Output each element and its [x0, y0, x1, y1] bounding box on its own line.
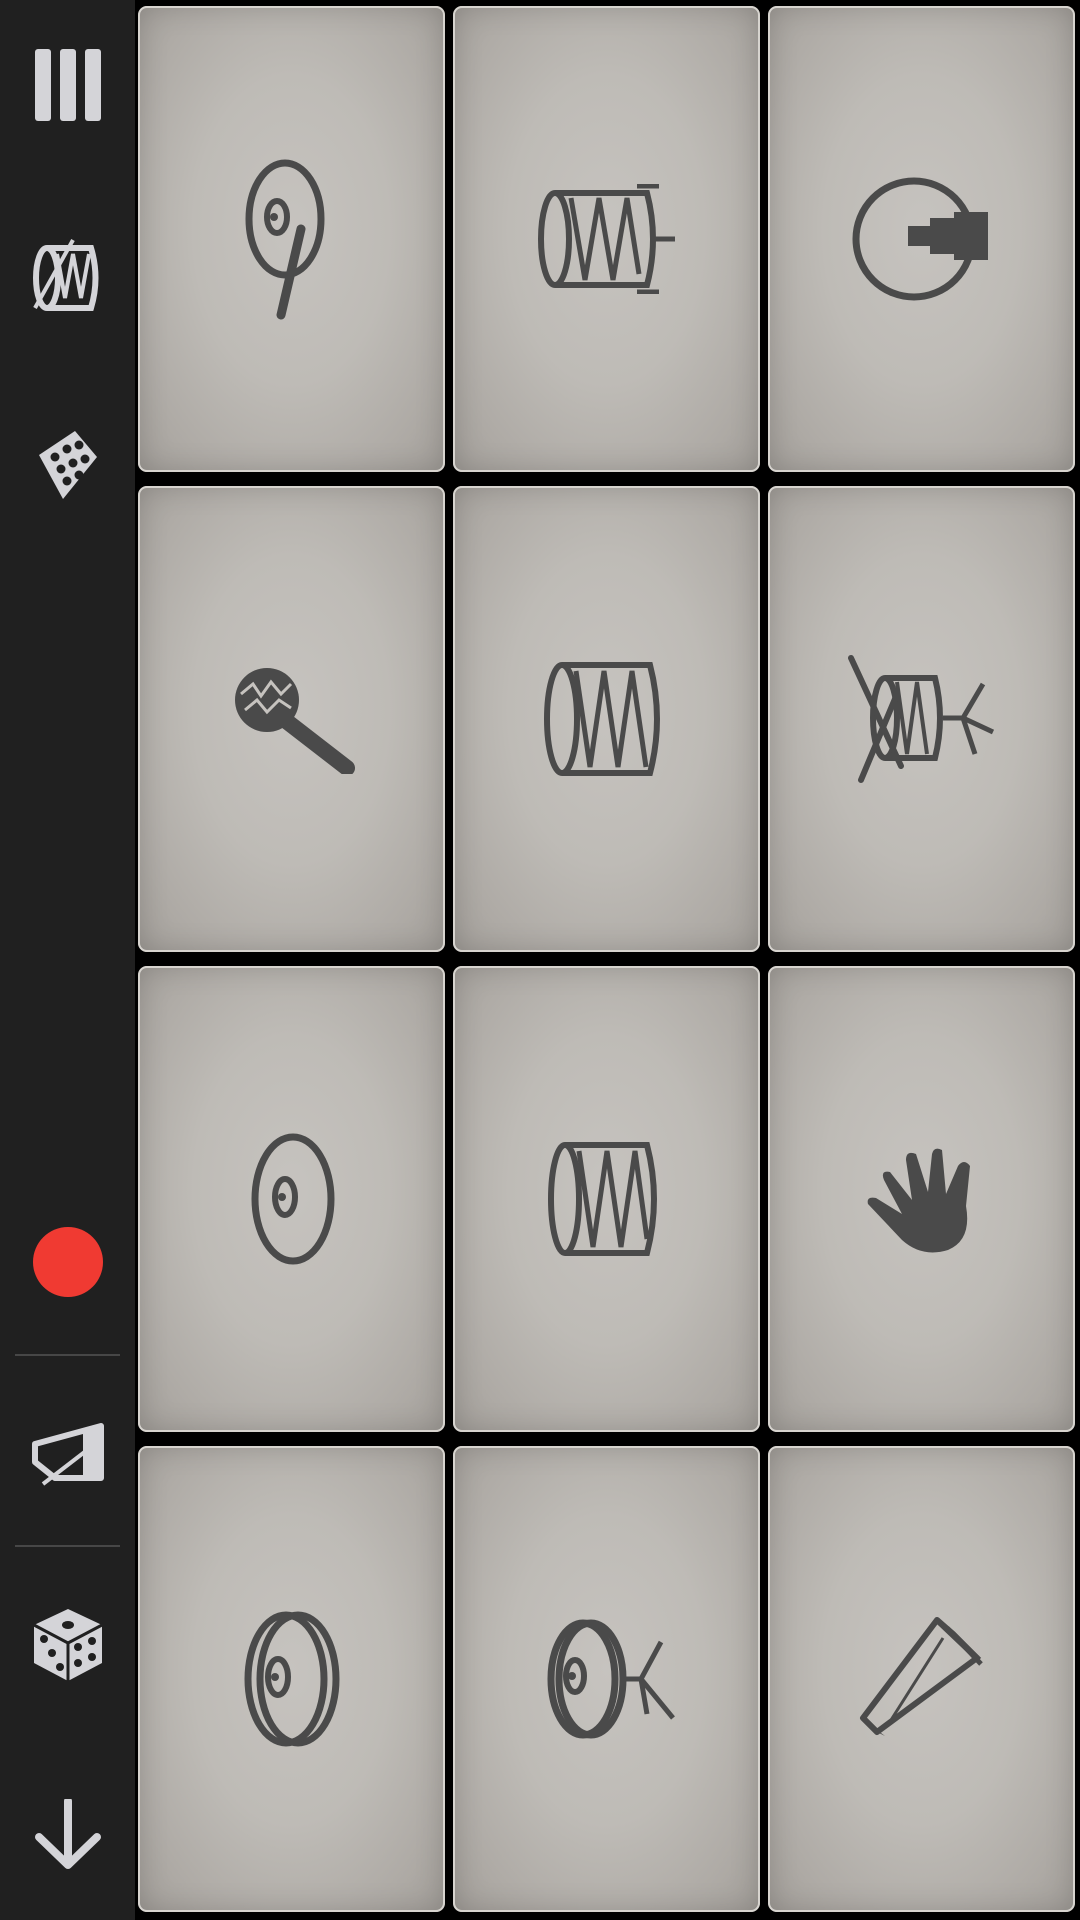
- ride-cymbal-icon: [244, 1611, 339, 1747]
- drum-pad-2[interactable]: [453, 6, 760, 472]
- tom-drum-icon: [543, 662, 660, 776]
- metronome-button[interactable]: [0, 1408, 135, 1498]
- drum-pad-11[interactable]: [453, 1446, 760, 1912]
- drum-pad-8[interactable]: [453, 966, 760, 1432]
- sidebar: [0, 0, 135, 1920]
- drum-pad-12[interactable]: [768, 1446, 1075, 1912]
- snare-drum-icon: [537, 184, 675, 294]
- drum-pad-4[interactable]: [138, 486, 445, 952]
- drum-pad-1[interactable]: [138, 6, 445, 472]
- drum-pad-grid: [135, 0, 1080, 1920]
- randomize-button[interactable]: [0, 1600, 135, 1690]
- record-button[interactable]: [0, 1217, 135, 1307]
- cowbell-icon: [859, 1617, 983, 1736]
- drum-kit-button[interactable]: [0, 230, 135, 320]
- bass-drum-icon: [852, 177, 988, 301]
- snare-stand-icon: [847, 655, 994, 783]
- download-arrow-icon: [34, 1799, 101, 1869]
- menu-bars-icon: [34, 49, 101, 121]
- drum-pad-7[interactable]: [138, 966, 445, 1432]
- china-cymbal-icon: [245, 159, 324, 320]
- sidebar-divider: [15, 1545, 120, 1547]
- sidebar-divider: [15, 1354, 120, 1356]
- drum-pads-button[interactable]: [0, 420, 135, 510]
- drum-pad-5[interactable]: [453, 486, 760, 952]
- maraca-icon: [234, 668, 355, 774]
- drum-pads-icon: [38, 431, 97, 499]
- drum-pad-6[interactable]: [768, 486, 1075, 952]
- menu-button[interactable]: [0, 40, 135, 130]
- floor-tom-icon: [547, 1142, 657, 1256]
- crash-cymbal-icon: [251, 1133, 334, 1265]
- record-icon: [32, 1227, 103, 1297]
- drum-pad-3[interactable]: [768, 6, 1075, 472]
- drum-pad-9[interactable]: [768, 966, 1075, 1432]
- dice-icon: [32, 1609, 103, 1681]
- hi-hat-icon: [547, 1619, 675, 1739]
- drum-kit-icon: [32, 239, 98, 311]
- drum-pad-10[interactable]: [138, 1446, 445, 1912]
- download-button[interactable]: [0, 1790, 135, 1880]
- hand-clap-icon: [867, 1148, 970, 1253]
- metronome-icon: [31, 1423, 104, 1486]
